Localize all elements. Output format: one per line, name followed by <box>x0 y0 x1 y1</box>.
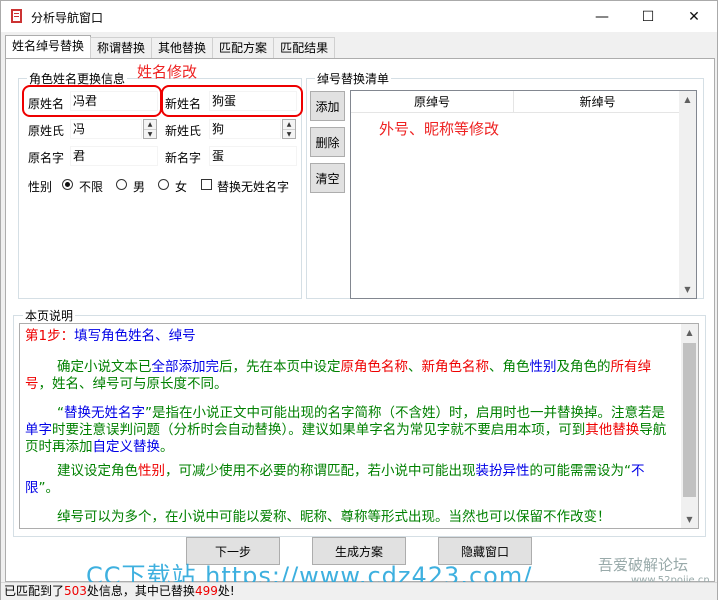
tab-title-replace[interactable]: 称谓替换 <box>90 37 153 58</box>
window-title: 分析导航窗口 <box>31 11 104 25</box>
name-edit-annotation: 姓名修改 <box>137 63 198 81</box>
desc-segment: 确定小说文本已 <box>57 359 152 375</box>
step-heading: 第1步：填写角色姓名、绰号 <box>25 328 675 345</box>
desc-segment: 性别 <box>138 463 165 479</box>
close-button[interactable]: ✕ <box>671 1 717 32</box>
gender-label: 性别 <box>28 180 53 194</box>
desc-segment: 新角色名称 <box>421 359 490 375</box>
new-surname-label: 新姓氏 <box>165 124 202 138</box>
gender-any-label: 不限 <box>79 180 104 194</box>
nickname-group-legend: 绰号替换清单 <box>315 70 392 87</box>
scroll-up-icon[interactable]: ▲ <box>679 91 696 108</box>
desc-segment: 替换无姓名字 <box>64 405 145 421</box>
step-prefix: 第1步： <box>25 328 75 344</box>
gender-female-radio[interactable] <box>158 179 169 190</box>
new-surname-input[interactable]: 狗 <box>209 119 281 139</box>
orig-name-highlight-box <box>22 85 162 117</box>
desc-segment: ，可减少使用不必要的称谓匹配，若小说中可能出现 <box>165 463 476 479</box>
desc-segment: 装扮异性 <box>475 463 530 479</box>
column-new-nickname[interactable]: 新绰号 <box>514 91 682 113</box>
desc-segment: 、 <box>408 359 422 375</box>
status-middle: 处信息，其中已替换 <box>86 584 195 598</box>
desc-segment: 的可能需需设为“ <box>529 463 632 479</box>
desc-segment: ”是指在小说正文中可能出现的名字简称（不含姓）时，启用时也一并替换掉。注意若是 <box>145 405 665 421</box>
desc-para-2: “替换无姓名字”是指在小说正文中可能出现的名字简称（不含姓）时，启用时也一并替换… <box>25 405 675 456</box>
description-text-area[interactable]: 第1步：填写角色姓名、绰号 确定小说文本已全部添加完后，先在本页中设定原角色名称… <box>19 323 699 529</box>
status-replaced-count: 499 <box>194 584 218 598</box>
status-prefix: 已匹配到了 <box>4 584 65 598</box>
nickname-list-header: 原绰号 新绰号 <box>351 91 682 113</box>
scroll-down-icon[interactable]: ▼ <box>679 281 696 298</box>
tab-match-result[interactable]: 匹配结果 <box>273 37 336 58</box>
forum-watermark: 吾爱破解论坛 <box>598 556 689 574</box>
maximize-button[interactable]: ☐ <box>625 1 671 32</box>
replace-no-surname-checkbox[interactable] <box>201 179 212 190</box>
orig-surname-input[interactable]: 冯 <box>70 119 142 139</box>
status-matched-count: 503 <box>64 584 87 598</box>
new-givenname-label: 新名字 <box>165 151 202 165</box>
title-bar: 分析导航窗口 — ☐ ✕ <box>1 1 717 32</box>
description-scrollbar[interactable]: ▲ ▼ <box>681 324 698 528</box>
replace-no-surname-label: 替换无姓名字 <box>217 180 290 194</box>
description-group-legend: 本页说明 <box>23 307 76 324</box>
desc-para-4: 绰号可以为多个，在小说中可能以爱称、昵称、尊称等形式出现。当然也可以保留不作改变… <box>25 509 675 526</box>
desc-scroll-down-icon[interactable]: ▼ <box>681 511 698 528</box>
nickname-edit-annotation: 外号、昵称等修改 <box>379 120 500 138</box>
orig-givenname-label: 原名字 <box>28 151 65 165</box>
desc-segment: 原角色名称 <box>340 359 409 375</box>
delete-nickname-button[interactable]: 删除 <box>310 127 345 157</box>
desc-segment: 及角色的 <box>556 359 611 375</box>
desc-segment: 性别 <box>529 359 557 375</box>
new-surname-spinner[interactable]: ▲ ▼ <box>282 119 296 139</box>
tab-strip: 姓名绰号替换 称谓替换 其他替换 匹配方案 匹配结果 <box>5 35 336 59</box>
tab-name-nickname-replace[interactable]: 姓名绰号替换 <box>5 35 92 58</box>
new-name-highlight-box <box>161 85 303 117</box>
desc-segment: “ <box>57 405 64 421</box>
desc-para-3: 建议设定角色性别，可减少使用不必要的称谓匹配，若小说中可能出现装扮异性的可能需需… <box>25 463 675 497</box>
nickname-list-scrollbar[interactable]: ▲ ▼ <box>679 91 696 298</box>
tab-match-plan[interactable]: 匹配方案 <box>212 37 275 58</box>
gender-any-radio[interactable] <box>62 179 73 190</box>
desc-segment: 其他替换 <box>585 422 640 438</box>
desc-segment: 自定义替换 <box>92 439 161 455</box>
desc-scroll-up-icon[interactable]: ▲ <box>681 324 698 341</box>
desc-scroll-thumb[interactable] <box>683 343 696 497</box>
tab-other-replace[interactable]: 其他替换 <box>151 37 214 58</box>
desc-segment: ”。 <box>38 480 60 496</box>
desc-segment: 全部添加完 <box>151 359 220 375</box>
orig-surname-spinner[interactable]: ▲ ▼ <box>143 119 157 139</box>
add-nickname-button[interactable]: 添加 <box>310 91 345 121</box>
clear-nickname-button[interactable]: 清空 <box>310 163 345 193</box>
orig-givenname-input[interactable]: 君 <box>70 146 158 166</box>
desc-segment: 。 <box>160 439 174 455</box>
orig-surname-label: 原姓氏 <box>28 124 65 138</box>
minimize-button[interactable]: — <box>579 1 625 32</box>
desc-segment: 单字 <box>25 422 52 438</box>
gender-male-label: 男 <box>133 180 146 194</box>
desc-para-1: 确定小说文本已全部添加完后，先在本页中设定原角色名称、新角色名称、角色性别及角色… <box>25 359 675 393</box>
column-orig-nickname[interactable]: 原绰号 <box>351 91 514 113</box>
status-bar: 已匹配到了503处信息，其中已替换499处! <box>1 582 717 600</box>
app-book-icon <box>11 9 22 23</box>
desc-segment: 时要注意误判问题（分析时会自动替换）。建议如果单字名为常见字就不要启用本项，可到 <box>52 422 586 438</box>
desc-segment: 后，先在本页中设定 <box>219 359 341 375</box>
step-text: 填写角色姓名、绰号 <box>74 328 196 344</box>
desc-segment: ，姓名、绰号可与原长度不同。 <box>38 376 228 392</box>
status-suffix: 处! <box>217 584 235 598</box>
gender-male-radio[interactable] <box>116 179 127 190</box>
desc-segment: 建议设定角色 <box>57 463 138 479</box>
gender-female-label: 女 <box>175 180 188 194</box>
desc-segment: 、角色 <box>489 359 530 375</box>
new-givenname-input[interactable]: 蛋 <box>209 146 297 166</box>
desc-segment: 绰号可以为多个，在小说中可能以爱称、昵称、尊称等形式出现。当然也可以保留不作改变… <box>57 509 611 525</box>
analysis-navigation-window: 分析导航窗口 — ☐ ✕ 姓名绰号替换 称谓替换 其他替换 匹配方案 匹配结果 … <box>0 0 718 600</box>
